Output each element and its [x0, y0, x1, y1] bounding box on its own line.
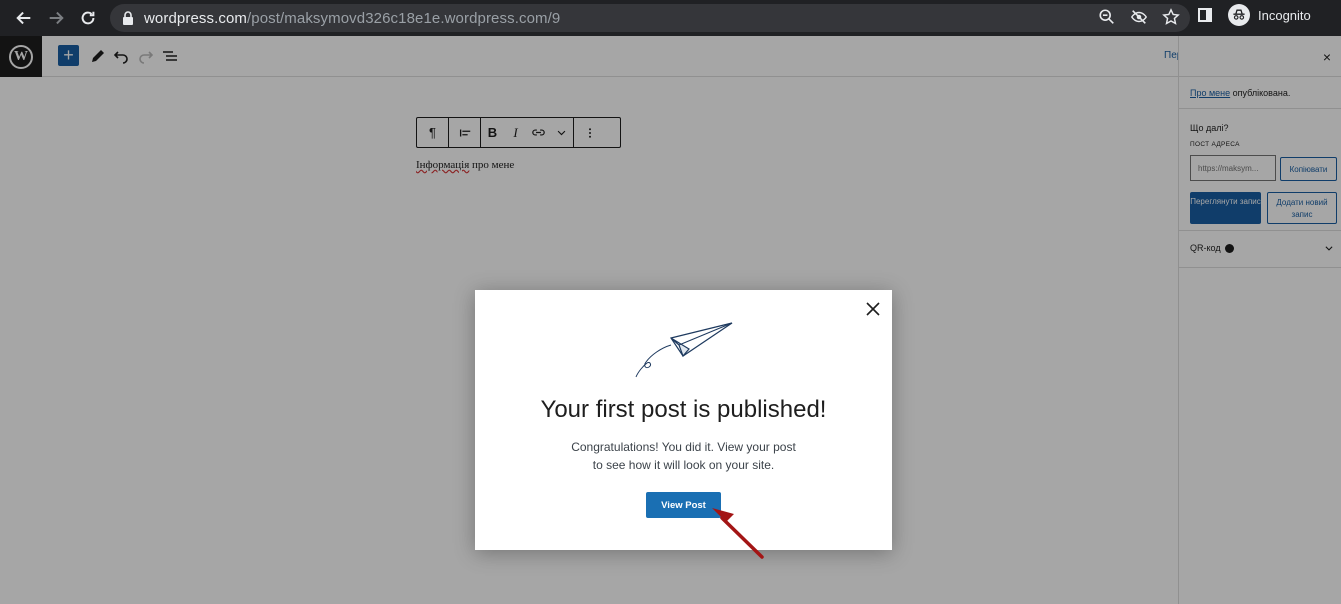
back-button[interactable] — [8, 2, 40, 34]
url-host: wordpress.com — [144, 9, 247, 27]
modal-body-line-2: to see how it will look on your site. — [592, 458, 775, 472]
modal-title: Your first post is published! — [540, 396, 827, 423]
reload-button[interactable] — [72, 2, 104, 34]
incognito-profile[interactable]: Incognito — [1198, 4, 1311, 26]
modal-body: Congratulations! You did it. View your p… — [555, 438, 812, 474]
arrow-right-icon — [49, 11, 64, 25]
first-post-published-modal: Your first post is published! Congratula… — [475, 290, 892, 550]
address-bar[interactable]: wordpress.com/post/maksymovd326c18e1e.wo… — [110, 4, 1190, 32]
side-panel-icon[interactable] — [1198, 8, 1212, 22]
lock-icon — [123, 11, 133, 25]
eye-off-icon[interactable] — [1130, 8, 1148, 26]
zoom-icon[interactable] — [1098, 8, 1116, 26]
paper-plane-icon — [635, 322, 733, 378]
annotation-arrow-icon — [712, 508, 764, 559]
forward-button[interactable] — [40, 2, 72, 34]
modal-body-line-1: Congratulations! You did it. View your p… — [571, 440, 796, 454]
browser-toolbar: wordpress.com/post/maksymovd326c18e1e.wo… — [0, 0, 1341, 36]
close-icon[interactable] — [865, 301, 881, 317]
star-icon[interactable] — [1162, 8, 1180, 26]
url-path: /post/maksymovd326c18e1e.wordpress.com/9 — [247, 9, 561, 27]
profile-label: Incognito — [1258, 7, 1311, 23]
url-text: wordpress.com/post/maksymovd326c18e1e.wo… — [144, 10, 560, 27]
arrow-left-icon — [16, 11, 31, 25]
incognito-icon — [1228, 4, 1250, 26]
reload-icon — [81, 11, 95, 25]
